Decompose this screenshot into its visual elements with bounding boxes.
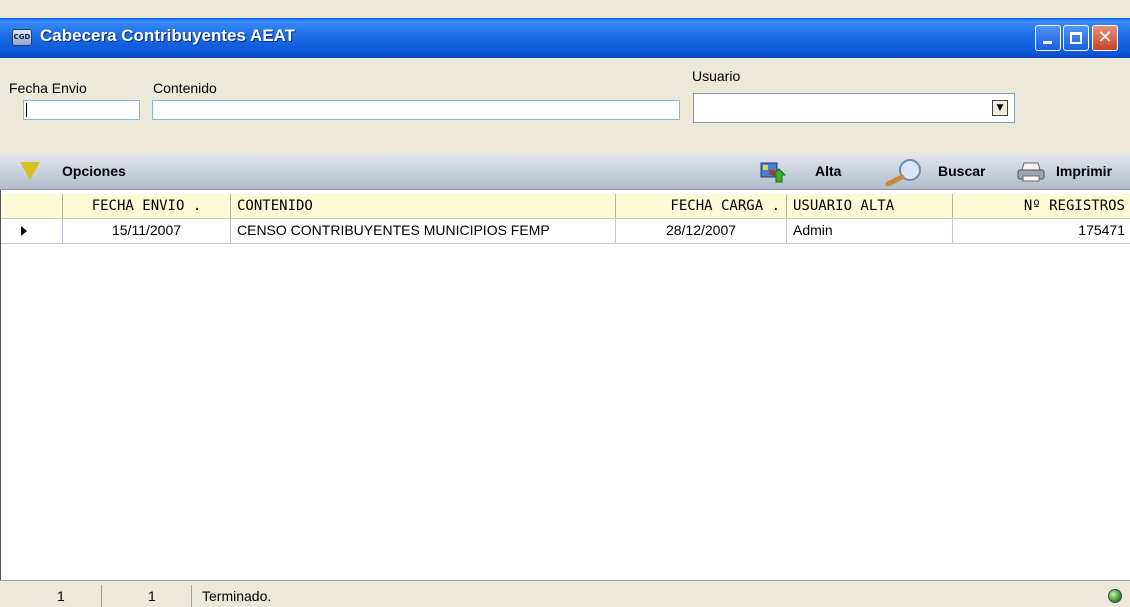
fecha-envio-input[interactable] (23, 100, 140, 120)
row-selector[interactable] (1, 218, 63, 243)
grid-header: FECHA ENVIO . CONTENIDO FECHA CARGA . US… (1, 194, 1130, 219)
search-icon[interactable] (884, 158, 924, 186)
title-bar[interactable]: CGD Cabecera Contribuyentes AEAT ✕ (0, 18, 1130, 58)
column-header-fecha-carga[interactable]: FECHA CARGA . (616, 194, 787, 218)
filter-form: Fecha Envio Contenido Usuario ▼ (0, 58, 1130, 154)
status-record-position: 1 (0, 585, 102, 607)
cell-num-registros[interactable]: 175471 (953, 218, 1130, 243)
options-button[interactable]: Opciones (62, 163, 126, 179)
add-record-icon[interactable] (760, 161, 786, 183)
close-icon: ✕ (1097, 27, 1113, 48)
column-header-contenido[interactable]: CONTENIDO (231, 194, 616, 218)
status-record-count: 1 (104, 585, 192, 607)
filter-icon[interactable] (20, 162, 40, 180)
chevron-down-icon: ▼ (996, 103, 1004, 113)
status-bar: 1 1 Terminado. (0, 580, 1130, 607)
minimize-button[interactable] (1035, 25, 1061, 51)
main-window: CGD Cabecera Contribuyentes AEAT ✕ Fecha… (0, 0, 1130, 607)
cell-fecha-envio[interactable]: 15/11/2007 (63, 218, 231, 243)
maximize-icon (1070, 32, 1082, 44)
alta-button[interactable]: Alta (815, 163, 841, 179)
usuario-select[interactable]: ▼ (693, 93, 1015, 123)
cell-fecha-carga[interactable]: 28/12/2007 (616, 218, 787, 243)
minimize-icon (1043, 41, 1052, 44)
maximize-button[interactable] (1063, 25, 1089, 51)
usuario-label: Usuario (692, 68, 741, 84)
printer-icon[interactable] (1016, 161, 1046, 183)
data-grid[interactable]: FECHA ENVIO . CONTENIDO FECHA CARGA . US… (0, 190, 1130, 580)
imprimir-button[interactable]: Imprimir (1056, 163, 1112, 179)
cell-usuario-alta[interactable]: Admin (787, 218, 953, 243)
column-header-fecha-envio[interactable]: FECHA ENVIO . (63, 194, 231, 218)
buscar-button[interactable]: Buscar (938, 163, 985, 179)
column-header-usuario-alta[interactable]: USUARIO ALTA (787, 194, 953, 218)
contenido-label: Contenido (153, 80, 217, 96)
text-caret (26, 103, 27, 117)
table-row[interactable]: 15/11/2007 CENSO CONTRIBUYENTES MUNICIPI… (1, 218, 1130, 244)
cell-contenido[interactable]: CENSO CONTRIBUYENTES MUNICIPIOS FEMP (231, 218, 616, 243)
status-indicator-icon (1108, 589, 1122, 603)
current-row-icon (21, 226, 27, 236)
contenido-input[interactable] (152, 100, 680, 120)
toolbar: Opciones Alta Buscar Imprimir (0, 154, 1130, 190)
row-indicator-header (1, 194, 63, 218)
status-message: Terminado. (202, 588, 272, 604)
window-title: Cabecera Contribuyentes AEAT (40, 26, 296, 45)
column-header-num-registros[interactable]: Nº REGISTROS (953, 194, 1130, 218)
dropdown-button[interactable]: ▼ (992, 100, 1008, 116)
close-button[interactable]: ✕ (1092, 25, 1118, 51)
fecha-envio-label: Fecha Envio (9, 80, 87, 96)
app-icon: CGD (12, 29, 32, 46)
